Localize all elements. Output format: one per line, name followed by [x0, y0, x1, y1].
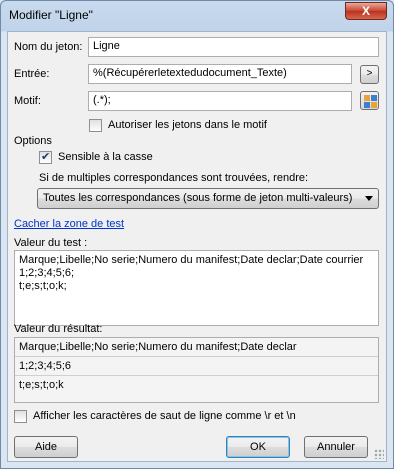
result-row: Marque;Libelle;No serie;Numero du manife… [15, 338, 378, 357]
token-name-input[interactable]: Ligne [88, 37, 379, 57]
chevron-down-icon [365, 196, 373, 201]
resize-grip[interactable] [374, 449, 384, 459]
insert-token-button[interactable]: > [360, 65, 379, 84]
show-linebreaks-label: Afficher les caractères de saut de ligne… [33, 410, 296, 422]
token-name-label: Nom du jeton: [14, 41, 83, 53]
title-bar[interactable]: Modifier "Ligne" X [1, 1, 393, 31]
pattern-input[interactable]: (.*); [88, 91, 352, 111]
test-line: Marque;Libelle;No serie;Numero du manife… [19, 254, 364, 266]
cancel-button[interactable]: Annuler [304, 436, 368, 458]
ok-button[interactable]: OK [226, 436, 290, 458]
pattern-builder-icon[interactable] [360, 91, 379, 110]
test-line: t;e;s;t;o;k; [19, 280, 67, 292]
allow-tokens-checkbox[interactable] [89, 119, 102, 132]
input-field[interactable]: %(Récupérerletextedudocument_Texte) [88, 64, 352, 84]
allow-tokens-label: Autoriser les jetons dans le motif [108, 119, 267, 131]
case-sensitive-checkbox[interactable] [39, 150, 52, 164]
pattern-label: Motif: [14, 95, 41, 107]
result-value-list: Marque;Libelle;No serie;Numero du manife… [14, 337, 379, 403]
case-sensitive-label: Sensible à la casse [58, 151, 153, 163]
dialog-body: Nom du jeton: Ligne Entrée: %(Récupérerl… [7, 31, 387, 462]
result-value-label: Valeur du résultat: [14, 323, 103, 335]
input-label: Entrée: [14, 68, 50, 80]
test-value-textarea[interactable]: Marque;Libelle;No serie;Numero du manife… [14, 250, 379, 326]
window-title: Modifier "Ligne" [9, 8, 93, 22]
multiple-matches-value: Toutes les correspondances (sous forme d… [43, 192, 353, 204]
help-button[interactable]: Aide [14, 436, 78, 458]
result-row: 1;2;3;4;5;6 [15, 357, 378, 376]
multiple-matches-select[interactable]: Toutes les correspondances (sous forme d… [37, 188, 379, 209]
options-header: Options [14, 135, 52, 147]
result-row: t;e;s;t;o;k [15, 376, 378, 402]
show-linebreaks-checkbox[interactable] [14, 410, 27, 423]
test-line: 1;2;3;4;5;6; [19, 267, 75, 279]
multiple-matches-label: Si de multiples correspondances sont tro… [39, 172, 309, 184]
close-button[interactable]: X [345, 2, 387, 20]
test-value-label: Valeur du test : [14, 237, 88, 249]
dialog-window: Modifier "Ligne" X Nom du jeton: Ligne E… [0, 0, 394, 469]
hide-test-area-link[interactable]: Cacher la zone de test [14, 218, 124, 230]
